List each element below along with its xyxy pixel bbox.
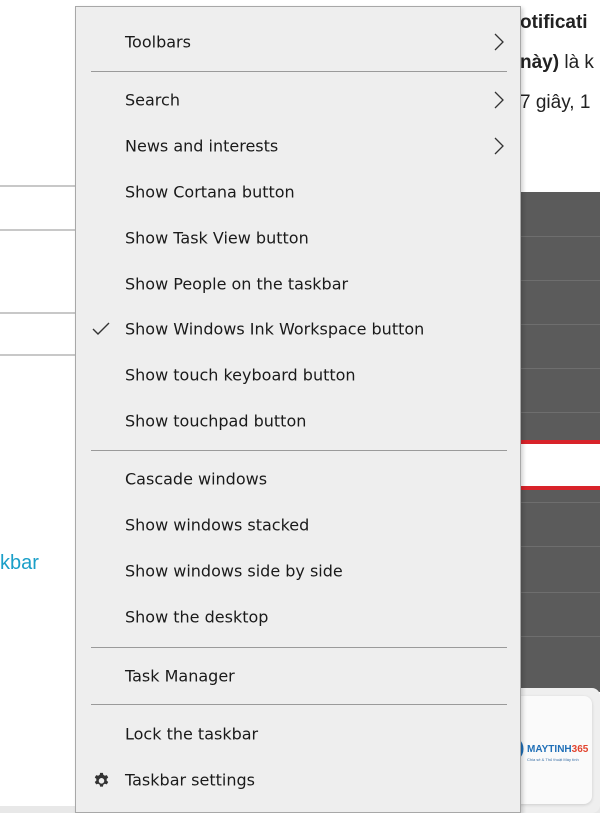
menu-item-label: Task Manager bbox=[125, 666, 235, 686]
menu-item-show-task-view-button[interactable]: Show Task View button bbox=[76, 216, 520, 260]
background-divider bbox=[0, 354, 80, 356]
chevron-right-icon bbox=[494, 91, 504, 109]
menu-item-label: Show the desktop bbox=[125, 607, 269, 627]
watermark-brand: MAYTINH365 bbox=[527, 744, 589, 755]
background-article-text: 7 giây, 1 bbox=[520, 92, 591, 113]
menu-item-label: Toolbars bbox=[125, 32, 191, 52]
menu-item-label: Show Task View button bbox=[125, 228, 309, 248]
menu-item-label: Show Cortana button bbox=[125, 182, 295, 202]
background-article-text: này) là k bbox=[520, 52, 594, 73]
background-divider bbox=[0, 229, 80, 231]
menu-item-cascade-windows[interactable]: Cascade windows bbox=[76, 457, 520, 501]
menu-item-news-and-interests[interactable]: News and interests bbox=[76, 124, 520, 168]
menu-item-show-touch-keyboard[interactable]: Show touch keyboard button bbox=[76, 353, 520, 397]
background-article-text: otificati bbox=[520, 12, 588, 33]
menu-item-lock-the-taskbar[interactable]: Lock the taskbar bbox=[76, 712, 520, 756]
menu-item-show-the-desktop[interactable]: Show the desktop bbox=[76, 595, 520, 639]
menu-item-label: Show windows stacked bbox=[125, 515, 310, 535]
menu-item-show-cortana-button[interactable]: Show Cortana button bbox=[76, 170, 520, 214]
menu-separator bbox=[91, 71, 507, 72]
menu-item-task-manager[interactable]: Task Manager bbox=[76, 654, 520, 698]
menu-item-show-windows-stacked[interactable]: Show windows stacked bbox=[76, 503, 520, 547]
background-divider bbox=[0, 185, 80, 187]
menu-item-label: Show Windows Ink Workspace button bbox=[125, 319, 425, 339]
checkmark-icon bbox=[92, 322, 110, 335]
chevron-right-icon bbox=[494, 33, 504, 51]
background-highlight-box bbox=[514, 440, 600, 490]
chevron-right-icon bbox=[494, 137, 504, 155]
menu-item-label: Show windows side by side bbox=[125, 561, 343, 581]
menu-item-label: News and interests bbox=[125, 136, 279, 156]
menu-item-label: Show touch keyboard button bbox=[125, 365, 356, 385]
menu-item-label: Cascade windows bbox=[125, 469, 268, 489]
menu-item-toolbars[interactable]: Toolbars bbox=[76, 20, 520, 64]
menu-item-label: Lock the taskbar bbox=[125, 724, 259, 744]
background-taskbar-link[interactable]: kbar bbox=[0, 552, 39, 575]
menu-separator bbox=[91, 450, 507, 451]
menu-item-show-touchpad[interactable]: Show touchpad button bbox=[76, 399, 520, 443]
menu-item-label: Show People on the taskbar bbox=[125, 274, 349, 294]
menu-item-show-windows-side-by-side[interactable]: Show windows side by side bbox=[76, 549, 520, 593]
menu-item-label: Taskbar settings bbox=[125, 770, 255, 790]
menu-item-show-windows-ink-workspace[interactable]: Show Windows Ink Workspace button bbox=[76, 307, 520, 351]
menu-item-label: Show touchpad button bbox=[125, 411, 307, 431]
menu-item-label: Search bbox=[125, 90, 180, 110]
menu-item-search[interactable]: Search bbox=[76, 78, 520, 122]
menu-separator bbox=[91, 704, 507, 705]
watermark-tagline: Chia sẻ & Thủ thuật Máy tính bbox=[527, 757, 579, 762]
background-divider bbox=[0, 312, 80, 314]
menu-separator bbox=[91, 647, 507, 648]
menu-item-show-people[interactable]: Show People on the taskbar bbox=[76, 262, 520, 306]
gear-icon bbox=[94, 772, 109, 787]
menu-item-taskbar-settings[interactable]: Taskbar settings bbox=[76, 758, 520, 802]
taskbar-context-menu: Toolbars Search News and interests Show … bbox=[75, 6, 521, 813]
